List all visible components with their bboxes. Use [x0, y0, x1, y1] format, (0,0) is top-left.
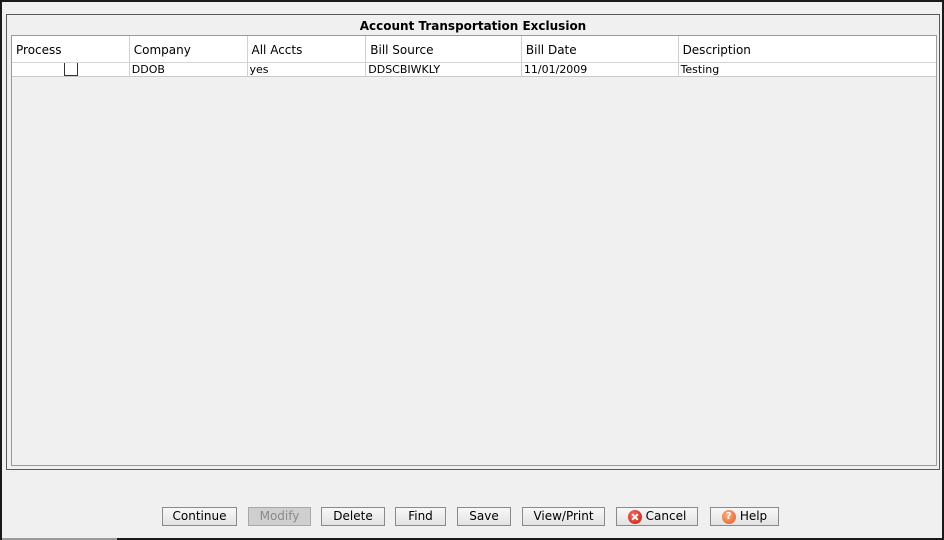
process-cell — [12, 63, 130, 77]
company-cell: DDOB — [130, 63, 248, 77]
continue-button[interactable]: Continue — [162, 507, 237, 526]
column-header-process[interactable]: Process — [12, 36, 130, 63]
cancel-button[interactable]: Cancel — [616, 507, 698, 526]
save-button[interactable]: Save — [457, 507, 511, 526]
description-cell: Testing — [680, 63, 720, 76]
table-row[interactable]: DDOB yes DDSCBIWKLY 11/01/2009 Testing — [12, 63, 936, 77]
panel-title: Account Transportation Exclusion — [359, 19, 587, 33]
grid-header-row: Process Company All Accts Bill Source Bi… — [12, 36, 936, 63]
delete-button[interactable]: Delete — [321, 507, 385, 526]
cancel-button-label: Cancel — [645, 509, 687, 523]
bill-date-cell: 11/01/2009 — [522, 63, 679, 77]
help-button[interactable]: ? Help — [710, 507, 779, 526]
app-window: Account Transportation Exclusion Process… — [0, 0, 944, 540]
find-button[interactable]: Find — [395, 507, 446, 526]
view-print-button[interactable]: View/Print — [522, 507, 605, 526]
column-header-bill-source[interactable]: Bill Source — [366, 36, 522, 63]
bill-source-cell: DDSCBIWKLY — [366, 63, 522, 77]
button-bar: Continue Modify Delete Find Save View/Pr… — [2, 507, 942, 527]
help-button-label: Help — [739, 509, 768, 523]
help-icon: ? — [721, 509, 736, 524]
exclusion-panel: Account Transportation Exclusion Process… — [6, 14, 940, 470]
all-accts-cell: yes — [248, 63, 367, 77]
column-header-all-accts[interactable]: All Accts — [248, 36, 367, 63]
process-checkbox[interactable] — [64, 63, 78, 76]
column-header-description[interactable]: Description — [679, 36, 936, 63]
exclusion-grid[interactable]: Process Company All Accts Bill Source Bi… — [11, 35, 937, 466]
cancel-icon — [627, 509, 642, 524]
column-header-bill-date[interactable]: Bill Date — [522, 36, 679, 63]
modify-button[interactable]: Modify — [248, 507, 311, 526]
column-header-company[interactable]: Company — [130, 36, 248, 63]
